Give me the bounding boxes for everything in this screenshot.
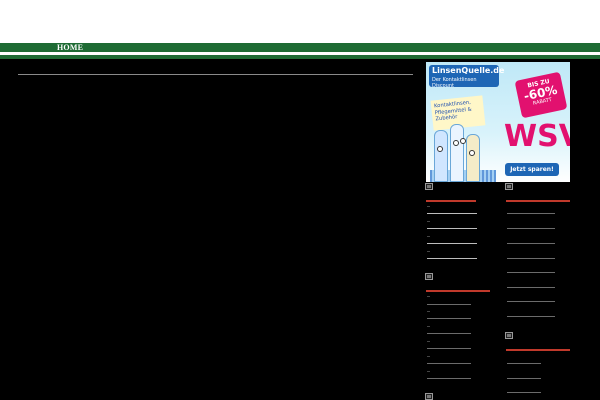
widget-link[interactable] <box>507 316 555 317</box>
widget-bullet <box>427 251 430 252</box>
ad-headline: WSV <box>504 119 570 154</box>
ad-cta-button[interactable]: Jetzt sparen! <box>505 163 559 176</box>
ad-tagline: Der Kontaktlinsen Discount <box>432 77 477 89</box>
ad-logo: LinsenQuelle.de Der Kontaktlinsen Discou… <box>429 65 504 89</box>
ad-tube-icon <box>450 124 464 182</box>
widget-link[interactable] <box>507 378 541 379</box>
ad-eye-icon <box>453 140 459 146</box>
advertisement-banner[interactable]: LinsenQuelle.de Der Kontaktlinsen Discou… <box>426 62 570 182</box>
broken-image-icon <box>505 332 513 339</box>
widget-link[interactable] <box>427 378 471 379</box>
ad-brand: LinsenQuelle.de <box>432 66 505 75</box>
widget-bullet <box>427 296 430 297</box>
widget-bullet <box>427 311 430 312</box>
widget-link[interactable] <box>427 228 477 229</box>
header-area <box>0 0 600 43</box>
widget-bullet <box>427 236 430 237</box>
widget-bullet <box>427 371 430 372</box>
broken-image-icon <box>425 273 433 280</box>
widget-link[interactable] <box>507 243 555 244</box>
widget-link[interactable] <box>427 363 471 364</box>
widget-link[interactable] <box>427 333 471 334</box>
nav-home-link[interactable]: HOME <box>57 43 83 52</box>
widget-link[interactable] <box>507 301 555 302</box>
widget-bullet <box>427 221 430 222</box>
widget-link[interactable] <box>507 392 541 393</box>
content-divider <box>18 74 413 75</box>
ad-tube-icon <box>466 134 480 182</box>
widget-link[interactable] <box>427 213 477 214</box>
widget-title-underline <box>426 290 490 292</box>
widget-link[interactable] <box>507 213 555 214</box>
widget-link[interactable] <box>427 304 471 305</box>
widget-link[interactable] <box>427 243 477 244</box>
widget-link[interactable] <box>507 287 555 288</box>
ad-discount-badge: BIS ZU -60% RABATT <box>514 71 568 119</box>
widget-link[interactable] <box>507 228 555 229</box>
widget-bullet <box>427 356 430 357</box>
widget-link[interactable] <box>427 348 471 349</box>
widget-title-underline <box>426 200 476 202</box>
widget-bullet <box>427 206 430 207</box>
widget-bullet <box>427 341 430 342</box>
ad-eye-icon <box>437 146 443 152</box>
nav-underline <box>0 55 600 59</box>
broken-image-icon <box>425 393 433 400</box>
widget-link[interactable] <box>427 258 477 259</box>
widget-bullet <box>427 326 430 327</box>
ad-tube-icon <box>434 130 448 182</box>
ad-eye-icon <box>460 138 466 144</box>
broken-image-icon <box>425 183 433 190</box>
widget-link[interactable] <box>427 318 471 319</box>
main-nav: HOME <box>0 43 600 52</box>
widget-link[interactable] <box>507 363 541 364</box>
widget-link[interactable] <box>507 258 555 259</box>
widget-title-underline <box>506 349 570 351</box>
widget-title-underline <box>506 200 570 202</box>
ad-eye-icon <box>469 150 475 156</box>
broken-image-icon <box>505 183 513 190</box>
widget-link[interactable] <box>507 272 555 273</box>
